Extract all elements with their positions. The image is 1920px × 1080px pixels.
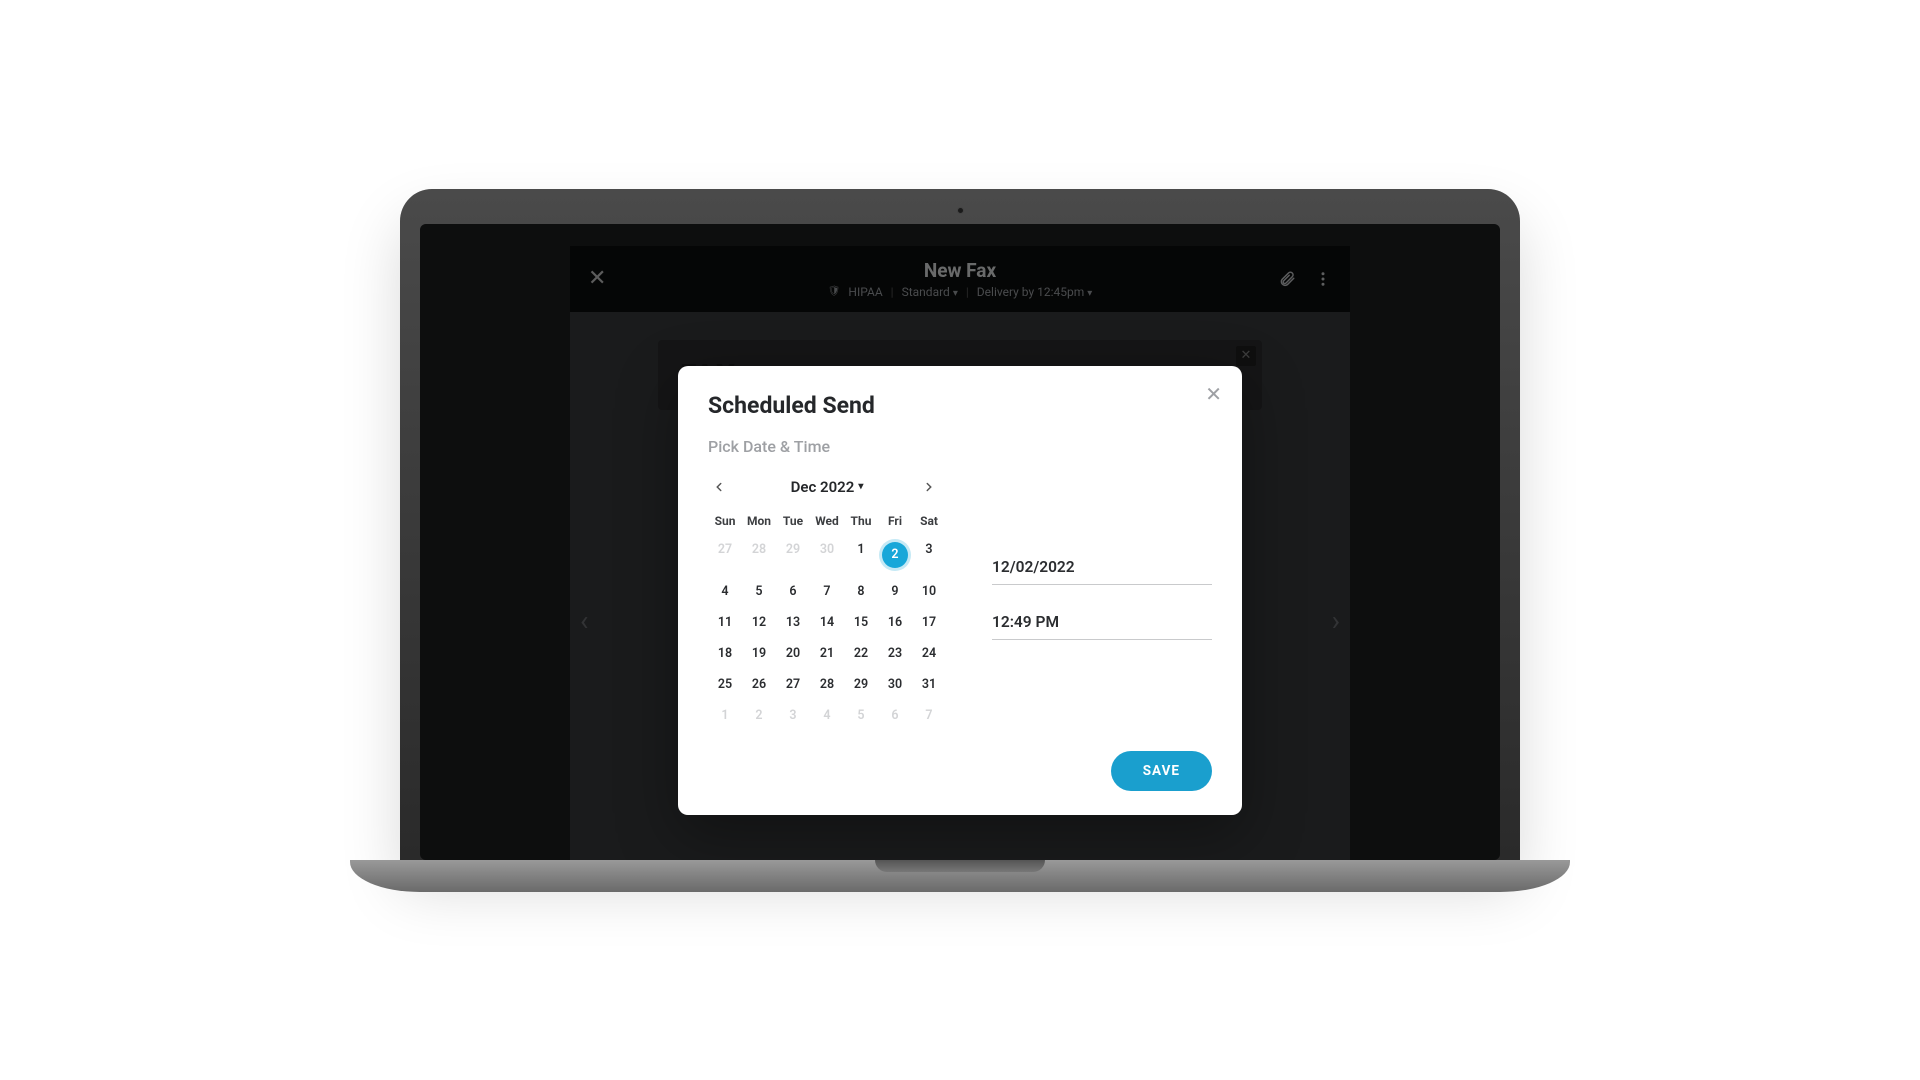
calendar-day[interactable]: 8 bbox=[844, 576, 878, 607]
calendar-day[interactable]: 15 bbox=[844, 607, 878, 638]
calendar-dow: Tue bbox=[776, 508, 810, 534]
calendar-day[interactable]: 29 bbox=[844, 669, 878, 700]
calendar-day[interactable]: 11 bbox=[708, 607, 742, 638]
datetime-fields bbox=[992, 476, 1212, 731]
save-button[interactable]: SAVE bbox=[1111, 751, 1212, 791]
calendar-day[interactable]: 1 bbox=[844, 534, 878, 576]
calendar-dow: Fri bbox=[878, 508, 912, 534]
modal-footer: SAVE bbox=[708, 751, 1212, 791]
calendar-prev-icon[interactable] bbox=[712, 480, 732, 494]
calendar-day: 3 bbox=[776, 700, 810, 731]
calendar-day[interactable]: 23 bbox=[878, 638, 912, 669]
calendar-day: 27 bbox=[708, 534, 742, 576]
modal-close-icon[interactable]: ✕ bbox=[1205, 384, 1222, 404]
calendar-day: 1 bbox=[708, 700, 742, 731]
time-input[interactable] bbox=[992, 605, 1212, 640]
calendar-dow: Sat bbox=[912, 508, 946, 534]
calendar-day: 7 bbox=[912, 700, 946, 731]
calendar-day[interactable]: 17 bbox=[912, 607, 946, 638]
calendar-month-dropdown[interactable]: Dec 2022▾ bbox=[791, 478, 864, 496]
calendar-day[interactable]: 18 bbox=[708, 638, 742, 669]
calendar-dow: Sun bbox=[708, 508, 742, 534]
calendar: Dec 2022▾ SunMonTueWedThuFriSat272829301… bbox=[708, 476, 946, 731]
calendar-day[interactable]: 16 bbox=[878, 607, 912, 638]
calendar-grid: SunMonTueWedThuFriSat2728293012345678910… bbox=[708, 508, 946, 731]
calendar-day[interactable]: 21 bbox=[810, 638, 844, 669]
chevron-down-icon: ▾ bbox=[858, 481, 863, 492]
app-screen: ✕ New Fax 🛡 HIPAA | Standard ▾ | Deliver… bbox=[420, 224, 1500, 860]
calendar-day[interactable]: 2 bbox=[878, 534, 912, 576]
laptop-mockup: ✕ New Fax 🛡 HIPAA | Standard ▾ | Deliver… bbox=[400, 189, 1520, 892]
calendar-day[interactable]: 7 bbox=[810, 576, 844, 607]
calendar-day: 4 bbox=[810, 700, 844, 731]
calendar-day[interactable]: 27 bbox=[776, 669, 810, 700]
calendar-day[interactable]: 12 bbox=[742, 607, 776, 638]
calendar-dow: Thu bbox=[844, 508, 878, 534]
calendar-header: Dec 2022▾ bbox=[708, 476, 946, 498]
calendar-day[interactable]: 24 bbox=[912, 638, 946, 669]
scheduled-send-modal: ✕ Scheduled Send Pick Date & Time Dec 20… bbox=[678, 366, 1242, 815]
calendar-day: 2 bbox=[742, 700, 776, 731]
calendar-day[interactable]: 26 bbox=[742, 669, 776, 700]
calendar-day[interactable]: 19 bbox=[742, 638, 776, 669]
calendar-dow: Wed bbox=[810, 508, 844, 534]
date-input[interactable] bbox=[992, 550, 1212, 585]
calendar-day[interactable]: 20 bbox=[776, 638, 810, 669]
calendar-day[interactable]: 30 bbox=[878, 669, 912, 700]
calendar-day[interactable]: 13 bbox=[776, 607, 810, 638]
calendar-day: 30 bbox=[810, 534, 844, 576]
calendar-day[interactable]: 31 bbox=[912, 669, 946, 700]
calendar-next-icon[interactable] bbox=[922, 480, 942, 494]
calendar-day: 5 bbox=[844, 700, 878, 731]
laptop-camera bbox=[957, 207, 964, 214]
modal-subtitle: Pick Date & Time bbox=[708, 437, 1212, 456]
laptop-screen-frame: ✕ New Fax 🛡 HIPAA | Standard ▾ | Deliver… bbox=[400, 189, 1520, 860]
calendar-dow: Mon bbox=[742, 508, 776, 534]
calendar-day[interactable]: 4 bbox=[708, 576, 742, 607]
modal-title: Scheduled Send bbox=[708, 392, 1212, 419]
calendar-day[interactable]: 25 bbox=[708, 669, 742, 700]
laptop-base bbox=[350, 860, 1570, 892]
calendar-day[interactable]: 28 bbox=[810, 669, 844, 700]
calendar-day[interactable]: 22 bbox=[844, 638, 878, 669]
calendar-day[interactable]: 6 bbox=[776, 576, 810, 607]
calendar-day: 29 bbox=[776, 534, 810, 576]
calendar-day[interactable]: 5 bbox=[742, 576, 776, 607]
calendar-day: 28 bbox=[742, 534, 776, 576]
calendar-day[interactable]: 9 bbox=[878, 576, 912, 607]
calendar-day[interactable]: 10 bbox=[912, 576, 946, 607]
calendar-day: 6 bbox=[878, 700, 912, 731]
calendar-day[interactable]: 14 bbox=[810, 607, 844, 638]
calendar-day[interactable]: 3 bbox=[912, 534, 946, 576]
